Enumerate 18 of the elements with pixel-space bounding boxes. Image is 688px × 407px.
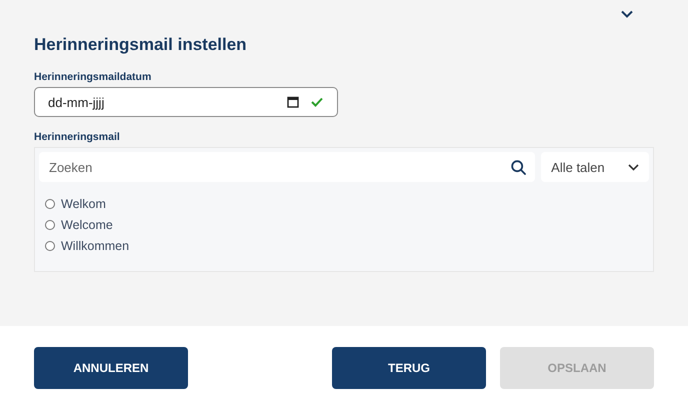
radio-button[interactable] bbox=[45, 199, 55, 209]
search-field[interactable]: Zoeken bbox=[39, 152, 535, 182]
radio-button[interactable] bbox=[45, 241, 55, 251]
section-title: Herinneringsmail instellen bbox=[34, 34, 248, 56]
calendar-icon[interactable] bbox=[287, 96, 299, 108]
option-label[interactable]: Willkommen bbox=[61, 239, 130, 253]
field-label: Herinneringsmaildatum bbox=[34, 70, 152, 85]
language-dropdown[interactable]: Alle talen bbox=[541, 152, 649, 182]
search-icon[interactable] bbox=[511, 160, 526, 174]
field-label: Herinneringsmail bbox=[34, 130, 121, 145]
date-field[interactable]: dd-mm-jjjj bbox=[34, 87, 338, 117]
chevron-down-icon[interactable] bbox=[621, 10, 633, 18]
action-button[interactable]: ANNULEREN bbox=[34, 347, 188, 389]
action-button[interactable]: TERUG bbox=[332, 347, 486, 389]
option-label[interactable]: Welcome bbox=[61, 218, 113, 232]
option-label[interactable]: Welkom bbox=[61, 197, 106, 211]
chevron-down-icon bbox=[628, 164, 639, 170]
radio-button[interactable] bbox=[45, 220, 55, 230]
